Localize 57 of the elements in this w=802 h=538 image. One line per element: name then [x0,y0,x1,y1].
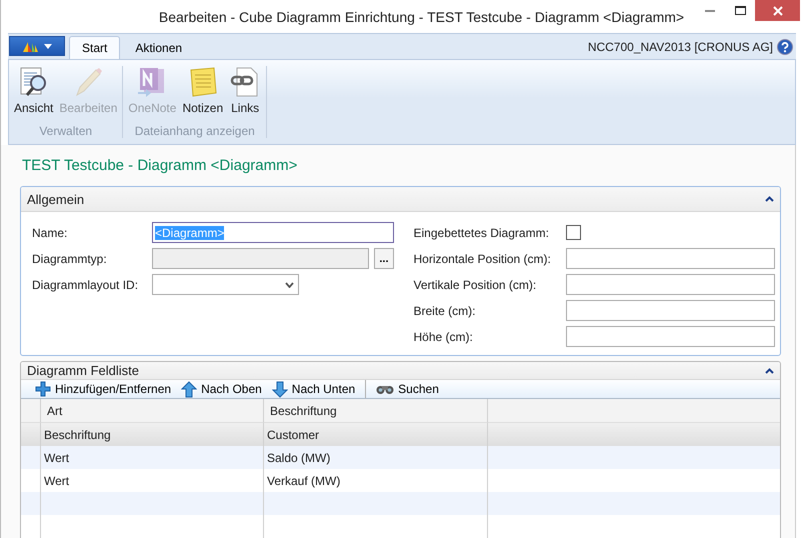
text-field[interactable] [566,248,775,269]
company-name: NCC700_NAV2013 [CRONUS AG] [588,40,773,54]
arrow-down-icon [272,380,288,398]
column-header[interactable]: Art [41,399,264,423]
bar-logo-icon [22,40,40,52]
help-icon[interactable] [777,38,793,54]
table-cell: Customer [264,423,488,446]
row-selector[interactable] [21,423,41,446]
panel-header[interactable]: Diagramm Feldliste [21,362,780,380]
dropdown-field[interactable] [152,274,299,295]
ribbon-button[interactable]: Notizen [180,66,226,124]
caret-icon [44,44,52,48]
field-label: Diagrammlayout ID: [32,278,140,292]
field-label: Eingebettetes Diagramm: [414,226,550,240]
checkbox[interactable] [566,225,580,240]
text-field[interactable] [566,326,775,347]
table-cell: Verkauf (MW) [264,469,488,492]
row-selector[interactable] [21,446,41,469]
toolbar-button[interactable]: Hinzufügen/Entfernen [35,381,172,397]
window-title: Bearbeiten - Cube Diagramm Einrichtung - TEST Testcube - Diagramm <Diagramm> [158,8,684,24]
row-selector[interactable] [21,492,41,515]
ribbon-tab[interactable]: Start [69,36,120,59]
ribbon-tab[interactable]: Aktionen [122,36,196,59]
field-label: Name: [32,226,68,240]
table-cell: Saldo (MW) [264,446,488,469]
close-icon [772,6,782,16]
binoculars-icon [376,383,394,395]
column-header[interactable]: Beschriftung [264,399,488,423]
page-title: TEST Testcube - Diagramm <Diagramm> [22,157,298,174]
ribbon-button[interactable]: Links [227,66,264,124]
minimize-icon [705,10,715,12]
toolbar-button[interactable]: Suchen [376,382,439,396]
plus-icon [35,381,51,397]
field-label: Höhe (cm): [414,330,474,344]
toolbar-button[interactable]: Nach Oben [181,380,262,398]
table-cell: Wert [41,446,264,469]
group-label: Verwalten [38,124,94,138]
collapse-icon[interactable] [765,368,774,374]
toolbar-button[interactable]: Nach Unten [272,380,356,398]
table-cell: Wert [41,469,264,492]
arrow-up-icon [181,380,198,398]
lookup-field[interactable] [152,248,370,269]
lookup-button[interactable]: ... [374,248,394,269]
ribbon-button[interactable]: Ansicht [12,66,56,124]
group-label: Dateianhang anzeigen [134,124,256,138]
text-field[interactable] [566,300,775,321]
field-label: Vertikale Position (cm): [414,278,538,292]
field-label: Breite (cm): [414,304,477,318]
table-cell: Beschriftung [41,423,264,446]
app-menu-button[interactable] [9,36,65,56]
close-button[interactable] [755,0,800,21]
maximize-icon [734,6,746,15]
field-label: Horizontale Position (cm): [414,252,552,266]
field-label: Diagrammtyp: [32,252,108,266]
collapse-icon[interactable] [765,196,774,202]
text-field[interactable] [566,274,775,295]
panel-header[interactable]: Allgemein [21,187,780,212]
